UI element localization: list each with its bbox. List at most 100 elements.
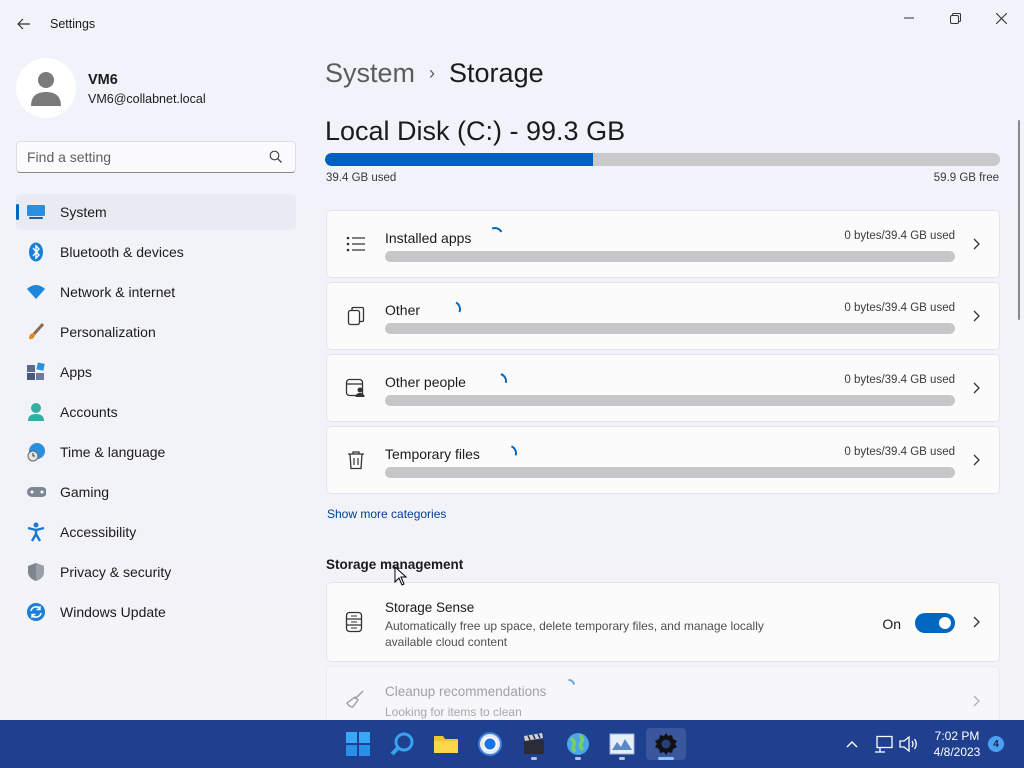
- show-more-categories-link[interactable]: Show more categories: [327, 507, 446, 521]
- category-other-people[interactable]: Other people 0 bytes/39.4 GB used: [326, 354, 1000, 422]
- maps-button[interactable]: [558, 728, 598, 760]
- category-usage: 0 bytes/39.4 GB used: [844, 374, 955, 386]
- category-label: Installed apps: [385, 230, 472, 246]
- user-name: VM6: [88, 72, 118, 88]
- category-usage: 0 bytes/39.4 GB used: [844, 302, 955, 314]
- loading-spinner: [484, 224, 506, 246]
- sidebar-item-label: Network & internet: [60, 284, 176, 300]
- avatar: [16, 58, 76, 118]
- network-tray-button[interactable]: [872, 720, 896, 768]
- system-icon: [26, 202, 46, 222]
- folder-icon: [434, 736, 458, 753]
- clapperboard-icon: [524, 733, 544, 754]
- loading-spinner: [442, 298, 464, 320]
- maximize-button[interactable]: [932, 4, 978, 32]
- settings-icon: [655, 733, 677, 755]
- sidebar-item-label: Accessibility: [60, 524, 137, 540]
- search-input[interactable]: [27, 149, 257, 165]
- title-bar: Settings: [0, 0, 1024, 48]
- category-usage: 0 bytes/39.4 GB used: [844, 230, 955, 242]
- loading-spinner: [560, 676, 578, 694]
- back-button[interactable]: [12, 12, 36, 36]
- trash-icon: [345, 449, 367, 471]
- sidebar-item-system[interactable]: System: [16, 194, 296, 230]
- storage-sense-card[interactable]: Storage Sense Automatically free up spac…: [326, 582, 1000, 662]
- sidebar-item-network[interactable]: Network & internet: [16, 274, 296, 310]
- minimize-button[interactable]: [886, 4, 932, 32]
- sidebar-item-personalization[interactable]: Personalization: [16, 314, 296, 350]
- disk-usage-bar: [325, 153, 1000, 166]
- arrow-left-icon: [17, 18, 30, 30]
- drive-icon: [345, 611, 363, 633]
- category-other[interactable]: Other 0 bytes/39.4 GB used: [326, 282, 1000, 350]
- gamepad-icon: [26, 482, 46, 502]
- bluetooth-icon: [26, 242, 46, 262]
- apps-icon: [26, 362, 46, 382]
- close-button[interactable]: [978, 4, 1024, 32]
- taskbar-search-button[interactable]: [382, 728, 422, 760]
- accounts-icon: [26, 402, 46, 422]
- sidebar-item-privacy[interactable]: Privacy & security: [16, 554, 296, 590]
- disk-free-label: 59.9 GB free: [933, 172, 999, 184]
- volume-tray-button[interactable]: [898, 720, 920, 768]
- storage-sense-toggle[interactable]: [915, 613, 955, 633]
- chevron-right-icon: [973, 454, 980, 466]
- speaker-icon: [899, 736, 917, 752]
- storage-sense-description: Automatically free up space, delete temp…: [385, 619, 764, 649]
- shield-icon: [26, 562, 46, 582]
- loading-spinner: [488, 370, 510, 392]
- sidebar-item-accounts[interactable]: Accounts: [16, 394, 296, 430]
- video-editor-button[interactable]: [514, 728, 554, 760]
- minimize-icon: [904, 17, 914, 19]
- sidebar-item-gaming[interactable]: Gaming: [16, 474, 296, 510]
- running-indicator: [619, 757, 625, 760]
- clock[interactable]: 7:02 PM 4/8/2023: [922, 728, 992, 760]
- sidebar-nav: System Bluetooth & devices Network & int…: [16, 194, 296, 634]
- sidebar-item-label: Windows Update: [60, 604, 166, 620]
- settings-window: Settings VM6 VM6@collabnet.local System: [0, 0, 1024, 720]
- show-hidden-icons-button[interactable]: [842, 720, 862, 768]
- category-temporary-files[interactable]: Temporary files 0 bytes/39.4 GB used: [326, 426, 1000, 494]
- category-usage-bar: [385, 251, 955, 262]
- notification-badge[interactable]: 4: [988, 736, 1004, 752]
- sidebar-item-label: Personalization: [60, 324, 156, 340]
- toggle-state-label: On: [882, 616, 901, 632]
- chart-image-icon: [609, 733, 635, 755]
- broom-icon: [346, 690, 364, 708]
- search-icon[interactable]: [269, 150, 283, 164]
- disk-usage-fill: [325, 153, 593, 166]
- chrome-button[interactable]: [470, 728, 510, 760]
- search-box[interactable]: [16, 141, 296, 173]
- chevron-right-icon: ›: [429, 63, 436, 83]
- wifi-icon: [26, 282, 46, 302]
- category-label: Other: [385, 302, 421, 318]
- chevron-right-icon: [973, 238, 980, 250]
- sidebar-item-bluetooth[interactable]: Bluetooth & devices: [16, 234, 296, 270]
- document-icon: [345, 305, 367, 327]
- globe-clock-icon: [26, 442, 46, 462]
- disk-title: Local Disk (C:) - 99.3 GB: [325, 116, 626, 146]
- breadcrumb-parent[interactable]: System: [325, 58, 415, 89]
- accessibility-icon: [26, 522, 46, 542]
- start-button[interactable]: [338, 728, 378, 760]
- sidebar-item-windows-update[interactable]: Windows Update: [16, 594, 296, 630]
- category-installed-apps[interactable]: Installed apps 0 bytes/39.4 GB used: [326, 210, 1000, 278]
- cleanup-recommendations-card[interactable]: Cleanup recommendations Looking for item…: [326, 666, 1000, 720]
- scrollbar[interactable]: [1018, 120, 1020, 320]
- image-viewer-button[interactable]: [602, 728, 642, 760]
- sidebar-item-accessibility[interactable]: Accessibility: [16, 514, 296, 550]
- sidebar-item-time-language[interactable]: Time & language: [16, 434, 296, 470]
- running-indicator: [575, 757, 581, 760]
- file-explorer-button[interactable]: [426, 728, 466, 760]
- category-usage-bar: [385, 467, 955, 478]
- sidebar-item-label: System: [60, 204, 107, 220]
- search-icon: [390, 732, 414, 756]
- windows-logo-icon: [346, 732, 370, 756]
- network-icon: [875, 735, 893, 753]
- close-icon: [995, 12, 1007, 24]
- sidebar-item-apps[interactable]: Apps: [16, 354, 296, 390]
- chevron-up-icon: [846, 741, 858, 748]
- settings-taskbar-button[interactable]: [646, 728, 686, 760]
- category-label: Other people: [385, 374, 466, 390]
- page-title: Storage: [449, 58, 544, 88]
